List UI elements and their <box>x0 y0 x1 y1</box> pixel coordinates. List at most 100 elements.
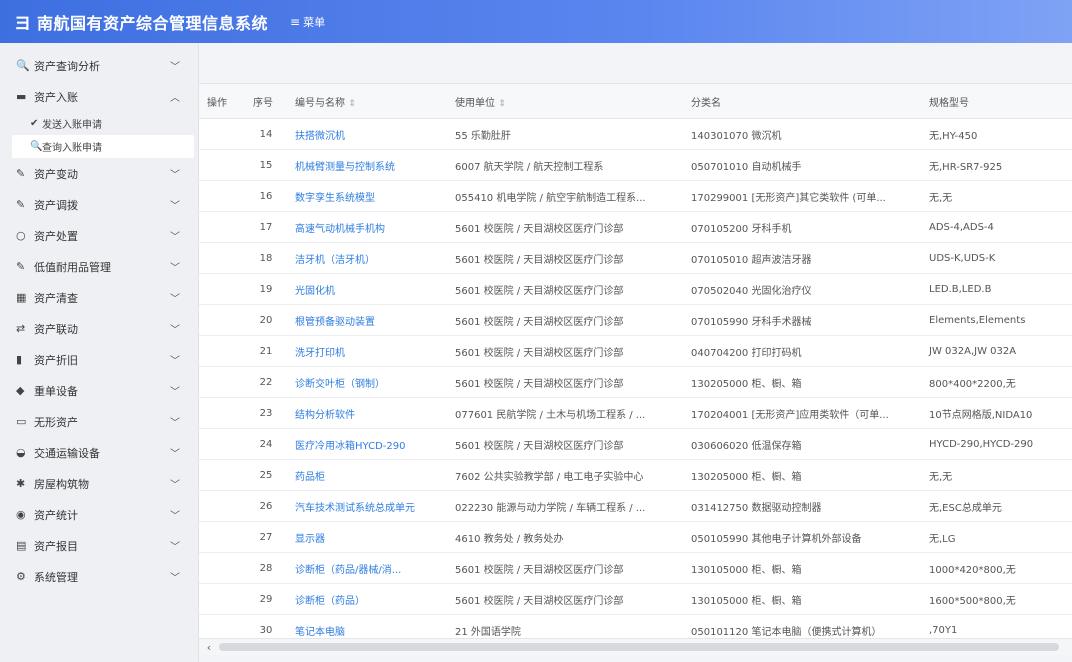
chevron-down-icon[interactable]: ﹀ <box>170 476 180 491</box>
asset-name-link[interactable]: 结构分析软件 <box>295 410 355 421</box>
app-title: 南航国有资产综合管理信息系统 <box>37 13 269 33</box>
asset-name-link[interactable]: 诊断柜（药品/器械/消... <box>295 565 401 576</box>
chevron-down-icon[interactable]: ﹀ <box>170 538 180 553</box>
name-cell: 数字孪生系统模型 <box>287 180 447 212</box>
sidebar-item-building[interactable]: ✱ 房屋构筑物 ﹀ <box>0 468 198 499</box>
asset-name-link[interactable]: 机械臂测量与控制系统 <box>295 162 395 173</box>
asset-name-link[interactable]: 药品柜 <box>295 472 325 483</box>
action-cell[interactable] <box>199 366 245 398</box>
action-cell[interactable] <box>199 149 245 181</box>
sort-icon[interactable]: ⇕ <box>348 99 356 109</box>
chevron-down-icon[interactable]: ﹀ <box>170 569 180 584</box>
sidebar-item-circle[interactable]: ○ 资产处置 ﹀ <box>0 220 198 251</box>
sidebar-item-pencil[interactable]: ✎ 资产调拨 ﹀ <box>0 189 198 220</box>
sidebar-item-card[interactable]: ▤ 资产报目 ﹀ <box>0 530 198 561</box>
col-header-name[interactable]: 编号与名称 ⇕ <box>287 84 447 119</box>
device-icon: ◆ <box>16 384 25 397</box>
col-header-unit[interactable]: 使用单位 ⇕ <box>447 84 683 119</box>
sidebar-item-chart[interactable]: ◉ 资产统计 ﹀ <box>0 499 198 530</box>
action-cell[interactable] <box>199 242 245 274</box>
action-cell[interactable] <box>199 552 245 584</box>
scroll-left-icon[interactable]: ‹ <box>199 641 219 654</box>
sidebar-item-gear[interactable]: ⚙ 系统管理 ﹀ <box>0 561 198 592</box>
asset-name-link[interactable]: 汽车技术测试系统总成单元 <box>295 503 415 514</box>
chevron-down-icon[interactable]: ﹀ <box>170 228 180 243</box>
seq-cell: 20 <box>245 304 287 336</box>
menu-toggle-button[interactable]: ≡ 菜单 <box>290 14 325 30</box>
action-cell[interactable] <box>199 180 245 212</box>
action-cell[interactable] <box>199 521 245 553</box>
seq-cell: 21 <box>245 335 287 367</box>
table-row[interactable]: 23 结构分析软件 077601 民航学院 / 土木与机场工程系 / ... 1702… <box>199 397 1072 429</box>
chevron-down-icon[interactable]: ﹀ <box>170 414 180 429</box>
table-row[interactable]: 18 洁牙机（洁牙机） 5601 校医院 / 天目湖校区医疗门诊部 070105010… <box>199 242 1072 274</box>
table-row[interactable]: 26 汽车技术测试系统总成单元 022230 能源与动力学院 / 车辆工程系 / .… <box>199 490 1072 522</box>
asset-name-link[interactable]: 根管预备驱动装置 <box>295 317 375 328</box>
chevron-down-icon[interactable]: ﹀ <box>170 383 180 398</box>
action-cell[interactable] <box>199 397 245 429</box>
chevron-up-icon[interactable]: ︿ <box>170 89 180 104</box>
sidebar-subitem-check[interactable]: ✔ 发送入账申请 <box>0 112 198 135</box>
spec-cell: 1600*500*800,无 <box>921 583 1072 615</box>
sort-icon[interactable]: ⇕ <box>498 99 506 109</box>
action-cell[interactable] <box>199 273 245 305</box>
asset-name-link[interactable]: 显示器 <box>295 534 325 545</box>
table-row[interactable]: 29 诊断柜（药品） 5601 校医院 / 天目湖校区医疗门诊部 130105000 … <box>199 583 1072 615</box>
chevron-down-icon[interactable]: ﹀ <box>170 445 180 460</box>
table-row[interactable]: 15 机械臂测量与控制系统 6007 航天学院 / 航天控制工程系 050701010… <box>199 149 1072 181</box>
chevron-down-icon[interactable]: ﹀ <box>170 58 180 73</box>
chevron-down-icon[interactable]: ﹀ <box>170 352 180 367</box>
chevron-down-icon[interactable]: ﹀ <box>170 259 180 274</box>
action-cell[interactable] <box>199 211 245 243</box>
asset-name-link[interactable]: 诊断交叶柜（钢制） <box>295 379 385 390</box>
table-row[interactable]: 24 医疗冷用冰箱HYCD-290 5601 校医院 / 天目湖校区医疗门诊部 030… <box>199 428 1072 460</box>
sidebar-item-device[interactable]: ◆ 重单设备 ﹀ <box>0 375 198 406</box>
scrollbar-thumb[interactable] <box>219 643 1059 651</box>
table-row[interactable]: 27 显示器 4610 教务处 / 教务处办 050105990 其他电子计算机外部设… <box>199 521 1072 553</box>
table-row[interactable]: 14 扶搭微沉机 55 乐勤肚肝 140301070 微沉机 无,HY-450 <box>199 118 1072 150</box>
sidebar-item-wrench[interactable]: ✎ 资产变动 ﹀ <box>0 158 198 189</box>
asset-name-link[interactable]: 扶搭微沉机 <box>295 131 345 142</box>
table-row[interactable]: 21 洗牙打印机 5601 校医院 / 天目湖校区医疗门诊部 040704200 打印… <box>199 335 1072 367</box>
action-cell[interactable] <box>199 428 245 460</box>
action-cell[interactable] <box>199 304 245 336</box>
sidebar-item-search[interactable]: 🔍 资产查询分析 ﹀ <box>0 50 198 81</box>
chevron-down-icon[interactable]: ﹀ <box>170 166 180 181</box>
chevron-down-icon[interactable]: ﹀ <box>170 507 180 522</box>
sidebar-item-car[interactable]: ◒ 交通运输设备 ﹀ <box>0 437 198 468</box>
action-cell[interactable] <box>199 118 245 150</box>
chevron-down-icon[interactable]: ﹀ <box>170 197 180 212</box>
asset-name-link[interactable]: 光固化机 <box>295 286 335 297</box>
action-cell[interactable] <box>199 490 245 522</box>
asset-name-link[interactable]: 医疗冷用冰箱HYCD-290 <box>295 441 405 452</box>
sidebar-item-exchange[interactable]: ⇄ 资产联动 ﹀ <box>0 313 198 344</box>
table-row[interactable]: 20 根管预备驱动装置 5601 校医院 / 天目湖校区医疗门诊部 070105990… <box>199 304 1072 336</box>
asset-name-link[interactable]: 洗牙打印机 <box>295 348 345 359</box>
sidebar-item-book[interactable]: ▮ 资产折旧 ﹀ <box>0 344 198 375</box>
asset-name-link[interactable]: 笔记本电脑 <box>295 627 345 638</box>
table-row[interactable]: 25 药品柜 7602 公共实验教学部 / 电工电子实验中心 130205000 柜、… <box>199 459 1072 491</box>
asset-name-link[interactable]: 数字孪生系统模型 <box>295 193 375 204</box>
table-row[interactable]: 22 诊断交叶柜（钢制） 5601 校医院 / 天目湖校区医疗门诊部 13020500… <box>199 366 1072 398</box>
sidebar-item-monitor[interactable]: ▭ 无形资产 ﹀ <box>0 406 198 437</box>
asset-name-link[interactable]: 高速气动机械手机构 <box>295 224 385 235</box>
action-cell[interactable] <box>199 459 245 491</box>
horizontal-scrollbar[interactable]: ‹ <box>199 638 1072 655</box>
sidebar-item-label: 交通运输设备 <box>34 446 100 460</box>
chevron-down-icon[interactable]: ﹀ <box>170 290 180 305</box>
chevron-down-icon[interactable]: ﹀ <box>170 321 180 336</box>
spec-cell: JW 032A,JW 032A <box>921 335 1072 367</box>
sidebar-subitem-search[interactable]: 🔍 查询入账申请 <box>12 135 194 158</box>
table-row[interactable]: 17 高速气动机械手机构 5601 校医院 / 天目湖校区医疗门诊部 07010520… <box>199 211 1072 243</box>
table-row[interactable]: 28 诊断柜（药品/器械/消... 5601 校医院 / 天目湖校区医疗门诊部 130… <box>199 552 1072 584</box>
sidebar-item-tool[interactable]: ✎ 低值耐用品管理 ﹀ <box>0 251 198 282</box>
sidebar-item-grid[interactable]: ▦ 资产清查 ﹀ <box>0 282 198 313</box>
asset-name-link[interactable]: 诊断柜（药品） <box>295 596 365 607</box>
action-cell[interactable] <box>199 335 245 367</box>
action-cell[interactable] <box>199 583 245 615</box>
name-cell: 汽车技术测试系统总成单元 <box>287 490 447 522</box>
table-row[interactable]: 16 数字孪生系统模型 055410 机电学院 / 航空宇航制造工程系... 1702… <box>199 180 1072 212</box>
asset-name-link[interactable]: 洁牙机（洁牙机） <box>295 255 375 266</box>
table-row[interactable]: 19 光固化机 5601 校医院 / 天目湖校区医疗门诊部 070502040 光固化… <box>199 273 1072 305</box>
sidebar-item-folder[interactable]: ▬ 资产入账 ︿ <box>0 81 198 112</box>
